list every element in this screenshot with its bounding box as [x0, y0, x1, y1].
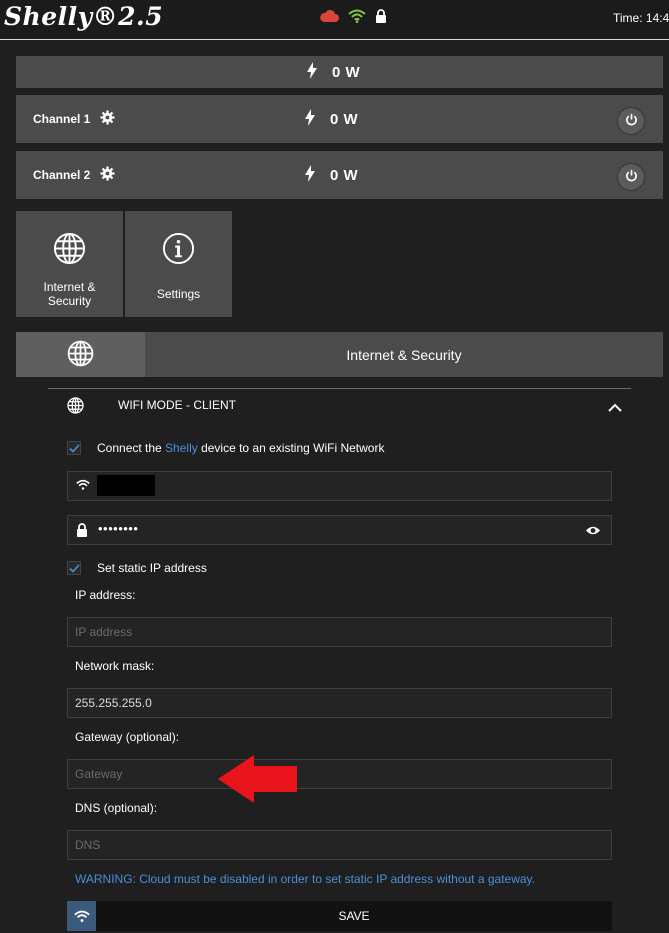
- ip-address-placeholder: IP address: [75, 625, 133, 639]
- gear-icon[interactable]: [100, 166, 115, 184]
- channel-2-power-button[interactable]: [617, 163, 645, 191]
- dns-placeholder: DNS: [75, 838, 101, 852]
- gateway-label: Gateway (optional):: [75, 730, 180, 744]
- channel-1-power-value: 0 W: [330, 110, 359, 128]
- static-ip-label: Set static IP address: [97, 561, 207, 575]
- tile-internet-security-label: Internet & Security: [43, 280, 96, 308]
- total-power-panel: 0 W: [16, 56, 663, 88]
- wifi-mode-accordion-header[interactable]: WIFI MODE - CLIENT: [48, 389, 631, 421]
- section-title: Internet & Security: [346, 346, 462, 363]
- ssid-field[interactable]: [67, 471, 612, 501]
- network-mask-label: Network mask:: [75, 659, 155, 673]
- password-field[interactable]: ••••••••: [67, 515, 612, 545]
- info-icon: [162, 232, 195, 265]
- total-power-value: 0 W: [332, 63, 361, 81]
- warning-message: WARNING: Cloud must be disabled in order…: [75, 872, 535, 886]
- shelly-link[interactable]: Shelly: [165, 441, 198, 455]
- gateway-placeholder: Gateway: [75, 767, 123, 781]
- wifi-signal-icon: [348, 9, 366, 23]
- channel-2-power-value: 0 W: [330, 166, 359, 184]
- gear-icon[interactable]: [100, 110, 115, 128]
- wifi-icon: [76, 479, 90, 494]
- ip-address-label: IP address:: [75, 588, 136, 602]
- channel-1-panel: Channel 1 0 W: [16, 95, 663, 143]
- cloud-icon: [319, 9, 339, 23]
- wifi-mode-title: WIFI MODE - CLIENT: [118, 398, 236, 412]
- static-ip-row: Set static IP address: [67, 559, 207, 577]
- wifi-icon: [67, 901, 96, 931]
- dns-label: DNS (optional):: [75, 801, 158, 815]
- channel-2-label: Channel 2: [33, 168, 91, 182]
- section-header: Internet & Security: [16, 332, 663, 377]
- lock-icon: [375, 9, 387, 23]
- shelly-logo: Shelly®2.5: [4, 2, 164, 31]
- time-label: Time: 14:4: [613, 11, 669, 25]
- connect-wifi-row: Connect the Shelly device to an existing…: [67, 439, 384, 457]
- gateway-input[interactable]: Gateway: [67, 759, 612, 789]
- globe-icon: [67, 397, 84, 417]
- ip-address-input[interactable]: IP address: [67, 617, 612, 647]
- lightning-icon: [304, 109, 316, 129]
- password-value: ••••••••: [98, 521, 139, 536]
- connect-wifi-checkbox[interactable]: [67, 441, 81, 455]
- eye-icon[interactable]: [585, 524, 601, 539]
- static-ip-checkbox[interactable]: [67, 561, 81, 575]
- power-icon: [625, 113, 638, 129]
- chevron-up-icon[interactable]: [608, 400, 622, 415]
- network-mask-input[interactable]: 255.255.255.0: [67, 688, 612, 718]
- save-button[interactable]: SAVE: [67, 901, 612, 931]
- connect-wifi-label: Connect the Shelly device to an existing…: [97, 441, 385, 455]
- save-label: SAVE: [338, 909, 370, 923]
- lightning-icon: [306, 62, 318, 82]
- ssid-value-redacted: [97, 475, 155, 496]
- dns-input[interactable]: DNS: [67, 830, 612, 860]
- globe-icon: [53, 232, 86, 265]
- lightning-icon: [304, 165, 316, 185]
- red-arrow-annotation: [218, 755, 298, 806]
- channel-1-label: Channel 1: [33, 112, 91, 126]
- section-globe-tab[interactable]: [16, 332, 145, 377]
- channel-1-power-button[interactable]: [617, 107, 645, 135]
- tile-settings[interactable]: Settings: [125, 211, 232, 317]
- top-bar: Shelly®2.5 Time: 14:4: [0, 0, 669, 40]
- tile-internet-security[interactable]: Internet & Security: [16, 211, 123, 317]
- tile-settings-label: Settings: [156, 287, 201, 301]
- globe-icon: [67, 340, 94, 370]
- lock-icon: [76, 523, 88, 540]
- network-mask-value: 255.255.255.0: [75, 696, 152, 710]
- status-icons: [319, 9, 387, 23]
- channel-2-panel: Channel 2 0 W: [16, 151, 663, 199]
- power-icon: [625, 169, 638, 185]
